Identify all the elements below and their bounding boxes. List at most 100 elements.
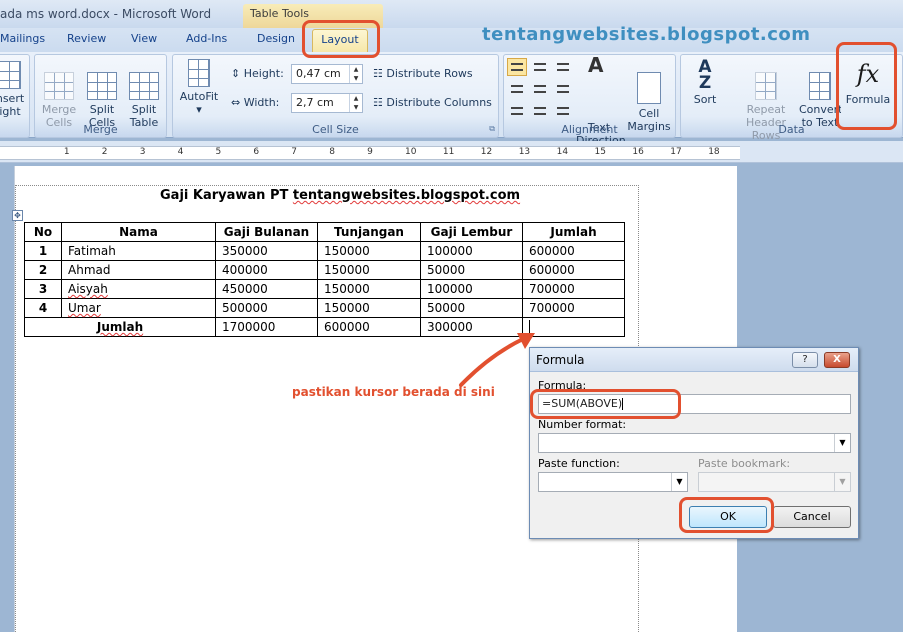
distribute-rows-button[interactable]: ☷ Distribute Rows (373, 67, 473, 80)
paste-function-select[interactable]: ▼ (538, 472, 688, 492)
ruler-number: 18 (708, 147, 720, 157)
align-middle-center-button[interactable] (530, 80, 550, 98)
align-bottom-right-button[interactable] (553, 102, 573, 120)
dialog-launcher-icon[interactable]: ⧉ (489, 124, 495, 134)
align-bottom-center-button[interactable] (530, 102, 550, 120)
repeat-header-rows-icon (755, 72, 777, 100)
cell-tunjangan[interactable]: 150000 (317, 298, 421, 318)
align-icon (534, 85, 546, 93)
cell-size-group: AutoFit ▾ ⇕ Height: 0,47 cm ▲ ▼ ⇔ Width: … (172, 54, 499, 138)
ruler-number: 2 (101, 147, 108, 157)
cell-no[interactable]: 3 (24, 279, 62, 299)
cell-tunjangan[interactable]: 150000 (317, 241, 421, 261)
cell-total-label[interactable]: Jumlah (24, 317, 216, 337)
dropdown-arrow-icon[interactable]: ▼ (834, 434, 850, 452)
split-table-button[interactable]: Split Table (124, 59, 164, 129)
tab-review[interactable]: Review (67, 32, 106, 45)
split-table-icon (129, 72, 159, 100)
cell-nama[interactable]: Ahmad (61, 260, 216, 280)
distribute-columns-button[interactable]: ☷ Distribute Columns (373, 96, 492, 109)
header-nama[interactable]: Nama (61, 222, 216, 242)
cell-no[interactable]: 4 (24, 298, 62, 318)
cell-gaji-bulanan[interactable]: 350000 (215, 241, 318, 261)
header-gaji-bulanan[interactable]: Gaji Bulanan (215, 222, 318, 242)
cell-gaji-bulanan[interactable]: 500000 (215, 298, 318, 318)
formula-dialog-title-bar[interactable]: Formula ? X (530, 348, 858, 372)
cell-gaji-lembur[interactable]: 100000 (420, 279, 523, 299)
tab-mailings[interactable]: Mailings (0, 32, 45, 45)
cell-nama[interactable]: Fatimah (61, 241, 216, 261)
ok-button-highlight (679, 497, 774, 533)
cancel-button[interactable]: Cancel (773, 506, 851, 528)
cell-jumlah[interactable]: 700000 (522, 298, 625, 318)
cell-nama[interactable]: Umar (61, 298, 216, 318)
cell-jumlah[interactable]: 700000 (522, 279, 625, 299)
cell-gaji-lembur[interactable]: 50000 (420, 260, 523, 280)
salary-table[interactable]: No Nama Gaji Bulanan Tunjangan Gaji Lemb… (24, 222, 625, 337)
cell-tunjangan[interactable]: 150000 (317, 260, 421, 280)
cell-no[interactable]: 1 (24, 241, 62, 261)
text-direction-icon: A (588, 53, 604, 77)
cell-nama[interactable]: Aisyah (61, 279, 216, 299)
align-icon (557, 85, 569, 93)
ruler-number: 9 (367, 147, 373, 157)
align-top-right-button[interactable] (553, 58, 573, 76)
header-jumlah[interactable]: Jumlah (522, 222, 625, 242)
formula-button-highlight (836, 42, 897, 130)
align-icon (557, 107, 569, 115)
width-spinner[interactable]: 2,7 cm ▲ ▼ (291, 93, 363, 113)
align-middle-right-button[interactable] (553, 80, 573, 98)
distribute-rows-label: Distribute Rows (386, 67, 473, 80)
ruler-number: 17 (670, 147, 682, 157)
merge-cells-button[interactable]: Merge Cells (39, 59, 79, 129)
autofit-button[interactable]: AutoFit ▾ (176, 59, 222, 116)
split-cells-button[interactable]: Split Cells (82, 59, 122, 129)
sort-az-icon: AZ (698, 57, 712, 93)
convert-to-text-button[interactable]: Convert to Text (799, 59, 841, 129)
table-move-handle-icon[interactable]: ✥ (12, 210, 23, 221)
dropdown-arrow-icon[interactable]: ▼ (671, 473, 687, 491)
blog-watermark: tentangwebsites.blogspot.com (482, 24, 811, 45)
cell-gaji-bulanan[interactable]: 450000 (215, 279, 318, 299)
spinner-arrows-icon[interactable]: ▲ ▼ (349, 94, 362, 112)
cell-total-gaji-bulanan[interactable]: 1700000 (215, 317, 318, 337)
align-middle-left-button[interactable] (507, 80, 527, 98)
cell-tunjangan[interactable]: 150000 (317, 279, 421, 299)
cell-gaji-lembur[interactable]: 50000 (420, 298, 523, 318)
spinner-arrows-icon[interactable]: ▲ ▼ (349, 65, 362, 83)
help-button[interactable]: ? (792, 352, 818, 368)
close-button[interactable]: X (824, 352, 850, 368)
row-height-icon: ⇕ (231, 67, 244, 80)
header-no[interactable]: No (24, 222, 62, 242)
window-title: ada ms word.docx - Microsoft Word (0, 7, 212, 21)
height-row: ⇕ Height: (231, 67, 284, 80)
tab-design[interactable]: Design (257, 32, 295, 45)
align-bottom-left-button[interactable] (507, 102, 527, 120)
height-spinner[interactable]: 0,47 cm ▲ ▼ (291, 64, 363, 84)
cell-margins-button[interactable]: Cell Margins (626, 59, 672, 133)
dialog-title: Formula (536, 353, 585, 367)
cell-jumlah[interactable]: 600000 (522, 260, 625, 280)
tab-add-ins[interactable]: Add-Ins (186, 32, 227, 45)
insert-right-button[interactable]: nsert ight (0, 61, 25, 118)
alignment-group: A Text Direction Cell Margins Alignment (503, 53, 676, 147)
distribute-columns-label: Distribute Columns (386, 96, 492, 109)
cell-total-tunjangan[interactable]: 600000 (317, 317, 421, 337)
number-format-select[interactable]: ▼ (538, 433, 851, 453)
tab-view[interactable]: View (131, 32, 157, 45)
header-tunjangan[interactable]: Tunjangan (317, 222, 421, 242)
sort-button[interactable]: AZ Sort (685, 57, 725, 107)
cell-gaji-lembur[interactable]: 100000 (420, 241, 523, 261)
ruler-number: 5 (215, 147, 222, 157)
distribute-rows-icon: ☷ (373, 67, 387, 80)
width-label: Width: (243, 96, 280, 109)
paste-bookmark-label: Paste bookmark: (698, 457, 791, 470)
ruler-number: 8 (329, 147, 335, 157)
align-top-center-button[interactable] (530, 58, 550, 76)
cell-jumlah[interactable]: 600000 (522, 241, 625, 261)
table-row: 1 Fatimah 350000 150000 100000 600000 (24, 241, 625, 261)
header-gaji-lembur[interactable]: Gaji Lembur (420, 222, 523, 242)
align-top-left-button[interactable] (507, 58, 527, 76)
cell-no[interactable]: 2 (24, 260, 62, 280)
cell-gaji-bulanan[interactable]: 400000 (215, 260, 318, 280)
